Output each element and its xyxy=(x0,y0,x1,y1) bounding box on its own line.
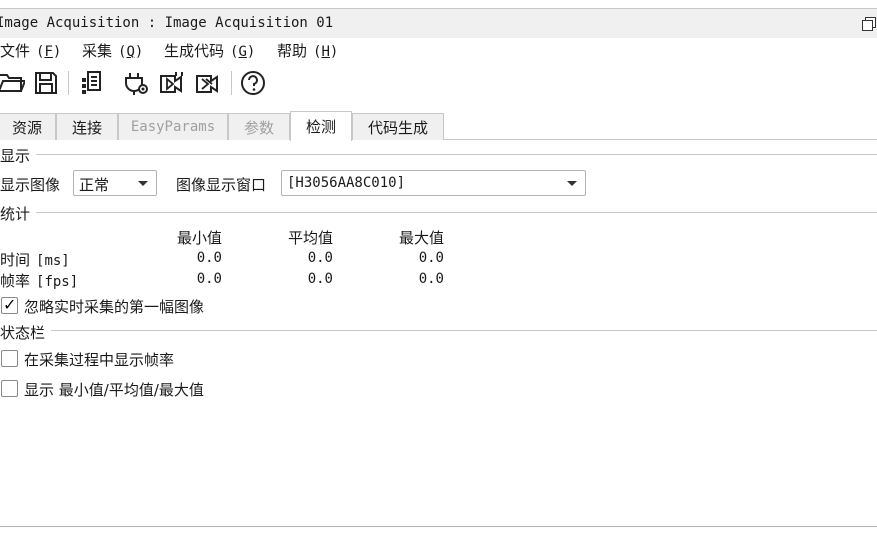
stats-time-min: 0.0 xyxy=(196,250,222,266)
tab-code-generation-label: 代码生成 xyxy=(367,118,428,137)
toolbar-separator xyxy=(68,71,69,95)
tab-resources[interactable]: 资源 xyxy=(0,113,56,140)
snap-button[interactable] xyxy=(157,68,187,98)
stats-fps-min: 0.0 xyxy=(196,271,222,287)
ignore-first-image-checkbox[interactable]: ✓ xyxy=(1,295,18,314)
show-fps-checkbox[interactable] xyxy=(1,350,18,367)
snap-icon xyxy=(160,72,183,93)
tab-connection-label: 连接 xyxy=(71,118,102,137)
tab-inspect-label: 检测 xyxy=(305,118,336,136)
show-minmax-checkbox[interactable] xyxy=(1,380,18,397)
menu-help[interactable]: 帮助 (H) xyxy=(277,40,338,61)
help-icon xyxy=(241,71,265,95)
statusbar-group-border xyxy=(0,330,877,331)
menu-generate-code-accel: G xyxy=(238,44,247,60)
tab-parameters-label: 参数 xyxy=(243,118,274,137)
help-button[interactable] xyxy=(238,68,268,98)
stats-row-time-label: 时间 xyxy=(0,251,31,269)
stats-row-fps-unit: [fps] xyxy=(36,274,79,290)
statusbar-group-label: 状态栏 xyxy=(0,322,52,343)
stats-time-avg: 0.0 xyxy=(307,250,333,266)
menu-bar: 文件 (F) 采集 (Q) 生成代码 (G) 帮助 (H) xyxy=(0,38,877,62)
menu-file-accel: F xyxy=(44,44,53,60)
stats-row-fps: 帧率 [fps] xyxy=(0,270,78,291)
menu-generate-code-label: 生成代码 xyxy=(164,42,225,60)
display-image-value: 正常 xyxy=(79,176,110,194)
display-window-select[interactable]: [H3056AA8C010] xyxy=(281,170,586,196)
ignore-first-image-label: 忽略实时采集的第一幅图像 xyxy=(24,298,205,316)
stats-time-max: 0.0 xyxy=(418,250,444,266)
stats-fps-max: 0.0 xyxy=(418,271,444,287)
menu-acquire-label: 采集 xyxy=(82,42,113,60)
open-folder-icon xyxy=(0,74,25,92)
tab-connection[interactable]: 连接 xyxy=(56,113,118,140)
window-title: Image Acquisition : Image Acquisition 01 xyxy=(0,15,334,31)
tab-inspect[interactable]: 检测 xyxy=(290,111,352,141)
stats-fps-avg: 0.0 xyxy=(307,271,333,287)
menu-generate-code[interactable]: 生成代码 (G) xyxy=(164,40,255,61)
toolbar-separator xyxy=(231,71,232,95)
show-fps-label: 在采集过程中显示帧率 xyxy=(24,351,175,369)
save-button[interactable] xyxy=(31,68,61,98)
display-window-value: [H3056AA8C010] xyxy=(287,175,406,191)
display-image-label: 显示图像 xyxy=(0,176,61,194)
display-window-label: 图像显示窗口 xyxy=(176,176,267,194)
bottom-border xyxy=(0,526,877,527)
live-button[interactable] xyxy=(193,68,223,98)
top-edge xyxy=(0,0,877,9)
chevron-down-icon xyxy=(567,181,577,186)
device-properties-button[interactable] xyxy=(77,68,107,98)
menu-acquire-accel: Q xyxy=(126,44,135,60)
stats-group-border xyxy=(0,212,877,213)
stats-row-fps-label: 帧率 xyxy=(0,272,31,290)
chevron-down-icon xyxy=(138,181,148,186)
stats-col-avg: 平均值 xyxy=(287,229,333,247)
tab-parameters[interactable]: 参数 xyxy=(228,113,290,140)
menu-acquire[interactable]: 采集 (Q) xyxy=(82,40,143,61)
display-group-label: 显示 xyxy=(0,145,37,166)
show-minmax-label: 显示 最小值/平均值/最大值 xyxy=(24,381,204,399)
tab-bar: 资源 连接 EasyParams 参数 检测 代码生成 xyxy=(0,104,877,141)
display-group-border xyxy=(0,154,877,155)
stats-row-time-unit: [ms] xyxy=(36,253,70,269)
stats-col-min: 最小值 xyxy=(176,229,222,247)
tab-resources-label: 资源 xyxy=(11,118,42,137)
device-properties-icon xyxy=(82,71,101,94)
restore-window-icon[interactable] xyxy=(861,16,877,32)
tab-code-generation[interactable]: 代码生成 xyxy=(352,113,444,140)
settings-plug-icon xyxy=(125,73,148,95)
live-icon xyxy=(196,75,218,93)
stats-row-time: 时间 [ms] xyxy=(0,249,70,270)
stats-group-label: 统计 xyxy=(0,203,37,224)
menu-file[interactable]: 文件 (F) xyxy=(0,40,61,61)
save-icon xyxy=(35,72,57,94)
display-image-select[interactable]: 正常 xyxy=(73,170,157,196)
tab-easyparams[interactable]: EasyParams xyxy=(118,113,228,140)
tab-easyparams-label: EasyParams xyxy=(130,119,216,135)
open-folder-button[interactable] xyxy=(0,68,26,98)
checkmark-icon: ✓ xyxy=(3,295,17,314)
menu-help-label: 帮助 xyxy=(277,42,308,60)
title-bar: Image Acquisition : Image Acquisition 01 xyxy=(0,9,877,38)
toolbar xyxy=(0,62,877,104)
configure-button[interactable] xyxy=(121,68,151,98)
stats-col-max: 最大值 xyxy=(398,229,444,247)
menu-file-label: 文件 xyxy=(0,42,31,60)
menu-help-accel: H xyxy=(321,44,330,60)
